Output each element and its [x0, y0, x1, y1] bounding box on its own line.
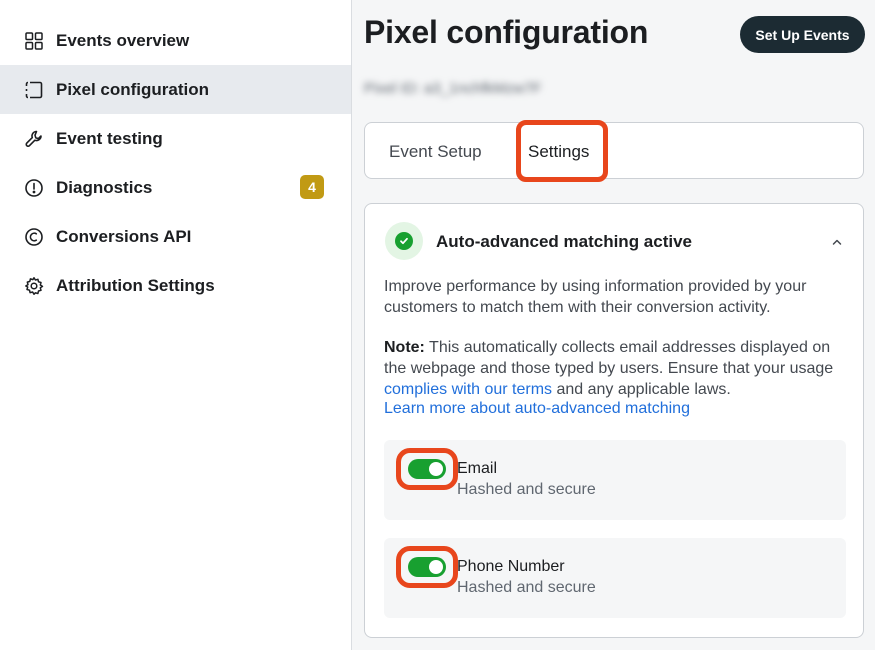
set-up-events-button[interactable]: Set Up Events: [740, 16, 865, 53]
sidebar-item-label: Event testing: [56, 128, 163, 148]
panel-title: Auto-advanced matching active: [436, 232, 693, 251]
note-text: This automatically collects email addres…: [384, 339, 834, 377]
option-title: Phone Number: [457, 558, 565, 575]
gear-icon: [24, 276, 44, 296]
learn-more-link[interactable]: Learn more about auto-advanced matching: [384, 400, 690, 418]
grid-icon: [24, 31, 44, 51]
note-text-end: and any applicable laws.: [552, 381, 731, 398]
auto-advanced-matching-panel: Auto-advanced matching active Improve pe…: [364, 203, 864, 638]
note-label: Note:: [384, 339, 425, 356]
terms-link[interactable]: complies with our terms: [384, 381, 552, 398]
sidebar-item-event-testing[interactable]: Event testing: [0, 114, 351, 163]
sidebar: Events overview Pixel configuration Even…: [0, 0, 352, 650]
alert-circle-icon: [24, 178, 44, 198]
page-title: Pixel configuration: [364, 14, 649, 50]
chevron-up-icon[interactable]: [829, 234, 845, 250]
check-circle-icon: [385, 222, 423, 260]
tab-settings[interactable]: Settings: [528, 123, 589, 180]
panel-note: Note: This automatically collects email …: [384, 337, 854, 400]
phone-toggle[interactable]: [408, 557, 446, 577]
sidebar-item-diagnostics[interactable]: Diagnostics 4: [0, 163, 351, 212]
sidebar-item-attribution-settings[interactable]: Attribution Settings: [0, 261, 351, 310]
main-content: Pixel configuration Set Up Events Pixel …: [352, 0, 875, 650]
sidebar-item-label: Diagnostics: [56, 177, 153, 197]
sidebar-item-pixel-configuration[interactable]: Pixel configuration: [0, 65, 351, 114]
panel-description: Improve performance by using information…: [384, 278, 807, 316]
diagnostics-count-badge: 4: [300, 175, 324, 199]
email-matching-option: Email Hashed and secure: [384, 440, 846, 520]
phone-matching-option: Phone Number Hashed and secure: [384, 538, 846, 618]
conversions-icon: [24, 227, 44, 247]
tab-event-setup[interactable]: Event Setup: [389, 123, 482, 180]
sidebar-item-conversions-api[interactable]: Conversions API: [0, 212, 351, 261]
option-subtitle: Hashed and secure: [457, 579, 596, 596]
wrench-icon: [24, 129, 44, 149]
option-title: Email: [457, 460, 498, 477]
sidebar-item-label: Events overview: [56, 30, 190, 50]
pixel-frame-icon: [24, 80, 44, 100]
option-subtitle: Hashed and secure: [457, 481, 596, 498]
email-toggle[interactable]: [408, 459, 446, 479]
tab-bar: Event Setup Settings: [364, 120, 864, 182]
sidebar-item-label: Attribution Settings: [56, 275, 215, 295]
sidebar-item-label: Conversions API: [56, 226, 192, 246]
sidebar-item-label: Pixel configuration: [56, 79, 210, 99]
sidebar-item-events-overview[interactable]: Events overview: [0, 16, 351, 65]
pixel-id-text: Pixel ID: a3_1nchfkMzw7F: [364, 80, 542, 97]
